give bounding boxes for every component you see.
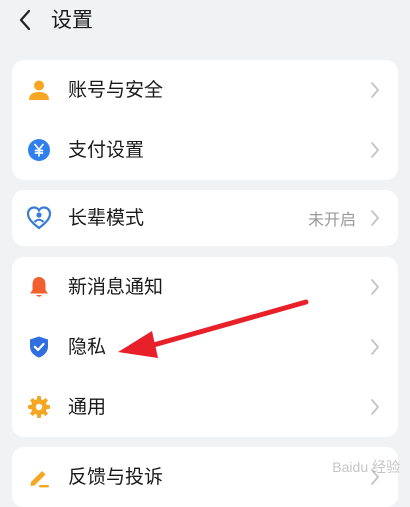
settings-item-account-security[interactable]: 账号与安全 — [12, 60, 398, 120]
settings-item-label: 账号与安全 — [68, 79, 164, 101]
page-title: 设置 — [51, 8, 93, 32]
chevron-right-icon — [370, 81, 380, 99]
settings-group-feedback: 反馈与投诉 — [12, 447, 398, 507]
yuan-icon — [26, 137, 52, 163]
chevron-right-icon — [370, 141, 380, 159]
settings-item-feedback[interactable]: 反馈与投诉 — [12, 447, 398, 507]
chevron-right-icon — [370, 209, 380, 227]
settings-item-notifications[interactable]: 新消息通知 — [12, 257, 398, 317]
settings-item-label: 通用 — [68, 396, 107, 418]
settings-group-account: 账号与安全 支付设置 — [12, 60, 398, 180]
person-icon — [26, 77, 52, 103]
settings-group-elder: 长辈模式 未开启 — [12, 190, 398, 246]
chevron-right-icon — [370, 278, 380, 296]
settings-item-general[interactable]: 通用 — [12, 377, 398, 437]
chevron-right-icon — [370, 338, 380, 356]
bell-icon — [26, 274, 52, 300]
watermark: Baidu 经验 — [332, 459, 400, 475]
settings-item-payment[interactable]: 支付设置 — [12, 120, 398, 180]
settings-item-label: 隐私 — [68, 336, 107, 358]
header: 设置 — [0, 0, 410, 44]
chevron-left-icon — [19, 9, 31, 31]
back-button[interactable] — [14, 8, 36, 32]
elder-mode-status: 未开启 — [307, 210, 356, 229]
settings-item-label: 反馈与投诉 — [68, 466, 164, 488]
settings-item-label: 新消息通知 — [68, 276, 164, 298]
shield-icon — [26, 334, 52, 360]
settings-item-elder-mode[interactable]: 长辈模式 未开启 — [12, 190, 398, 246]
edit-icon — [26, 464, 52, 490]
gear-icon — [26, 394, 52, 420]
chevron-right-icon — [370, 398, 380, 416]
heart-person-icon — [26, 205, 52, 231]
settings-item-label: 支付设置 — [68, 139, 145, 161]
settings-item-privacy[interactable]: 隐私 — [12, 317, 398, 377]
settings-item-label: 长辈模式 — [68, 207, 145, 229]
settings-group-general: 新消息通知 隐私 通用 — [12, 257, 398, 437]
